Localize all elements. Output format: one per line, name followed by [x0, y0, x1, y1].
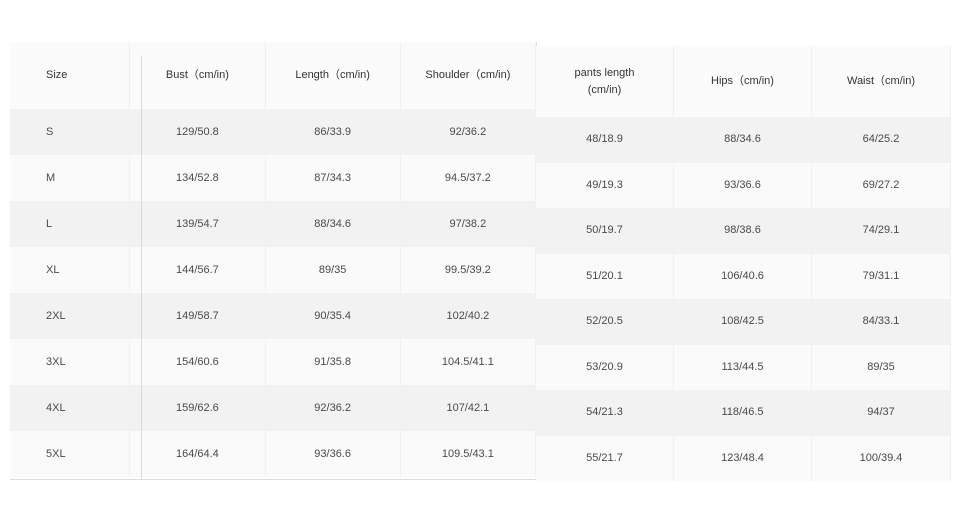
measurement-cell: 99.5/39.2 [401, 247, 536, 293]
column-header: Length（cm/in) [266, 42, 401, 109]
table-row: 4XL 159/62.6 92/36.2 107/42.1 [10, 385, 536, 431]
table-row: 49/19.3 93/36.6 69/27.2 [536, 162, 951, 208]
table-row: 53/20.9 113/44.5 89/35 [536, 344, 951, 390]
size-label: 2XL [10, 293, 131, 339]
column-header: Bust（cm/in) [130, 42, 266, 109]
measurement-cell: 74/29.1 [812, 208, 951, 254]
left-size-table: Size Bust（cm/in) Length（cm/in) Shoulder（cm/… [10, 42, 537, 480]
measurement-cell: 149/58.7 [130, 293, 266, 339]
measurement-cell: 129/50.8 [130, 109, 266, 155]
measurement-cell: 108/42.5 [674, 299, 812, 345]
right-size-table: pants length (cm/in) Hips（cm/in) Waist（cm/… [536, 46, 951, 482]
measurement-cell: 164/64.4 [130, 431, 266, 477]
measurement-cell: 49/19.3 [536, 162, 674, 208]
measurement-cell: 87/34.3 [266, 155, 401, 201]
measurement-cell: 159/62.6 [130, 385, 266, 431]
measurement-cell: 48/18.9 [536, 117, 674, 163]
measurement-cell: 144/56.7 [130, 247, 266, 293]
size-label: S [10, 109, 131, 155]
measurement-cell: 104.5/41.1 [401, 339, 536, 385]
measurement-cell: 154/60.6 [130, 339, 266, 385]
measurement-cell: 109.5/43.1 [401, 431, 536, 477]
column-header: Waist（cm/in) [812, 46, 951, 117]
table-row: 48/18.9 88/34.6 64/25.2 [536, 117, 951, 163]
measurement-cell: 107/42.1 [401, 385, 536, 431]
measurement-cell: 94/37 [812, 390, 951, 436]
table-row: 55/21.7 123/48.4 100/39.4 [536, 435, 951, 481]
size-label: L [10, 201, 131, 247]
column-header: pants length (cm/in) [536, 46, 674, 117]
column-header: Shoulder（cm/in) [401, 42, 536, 109]
size-label: 4XL [10, 385, 131, 431]
measurement-cell: 106/40.6 [674, 253, 812, 299]
right-header-row: pants length (cm/in) Hips（cm/in) Waist（cm/… [536, 46, 951, 117]
measurement-cell: 90/35.4 [266, 293, 401, 339]
table-row: 52/20.5 108/42.5 84/33.1 [536, 299, 951, 345]
measurement-cell: 51/20.1 [536, 253, 674, 299]
table-row: 50/19.7 98/38.6 74/29.1 [536, 208, 951, 254]
size-label: 5XL [10, 431, 131, 477]
measurement-cell: 79/31.1 [812, 253, 951, 299]
measurement-cell: 52/20.5 [536, 299, 674, 345]
measurement-cell: 86/33.9 [266, 109, 401, 155]
measurement-cell: 91/35.8 [266, 339, 401, 385]
table-row: L 139/54.7 88/34.6 97/38.2 [10, 201, 536, 247]
table-row: 54/21.3 118/46.5 94/37 [536, 390, 951, 436]
right-size-grid: pants length (cm/in) Hips（cm/in) Waist（cm/… [536, 46, 951, 481]
measurement-cell: 93/36.6 [266, 431, 401, 477]
measurement-cell: 89/35 [266, 247, 401, 293]
measurement-cell: 89/35 [812, 344, 951, 390]
measurement-cell: 54/21.3 [536, 390, 674, 436]
size-label: XL [10, 247, 131, 293]
measurement-cell: 134/52.8 [130, 155, 266, 201]
measurement-cell: 64/25.2 [812, 117, 951, 163]
size-label: 3XL [10, 339, 131, 385]
measurement-cell: 100/39.4 [812, 435, 951, 481]
measurement-cell: 118/46.5 [674, 390, 812, 436]
measurement-cell: 123/48.4 [674, 435, 812, 481]
size-label: M [10, 155, 131, 201]
table-row: S 129/50.8 86/33.9 92/36.2 [10, 109, 536, 155]
column-header: Hips（cm/in) [674, 46, 812, 117]
table-row: M 134/52.8 87/34.3 94.5/37.2 [10, 155, 536, 201]
table-row: 51/20.1 106/40.6 79/31.1 [536, 253, 951, 299]
table-row: 3XL 154/60.6 91/35.8 104.5/41.1 [10, 339, 536, 385]
left-size-grid: Size Bust（cm/in) Length（cm/in) Shoulder（cm/… [10, 42, 536, 477]
column-header: Size [10, 42, 131, 109]
size-column-divider [141, 56, 142, 479]
measurement-cell: 92/36.2 [401, 109, 536, 155]
table-row: XL 144/56.7 89/35 99.5/39.2 [10, 247, 536, 293]
measurement-cell: 102/40.2 [401, 293, 536, 339]
measurement-cell: 139/54.7 [130, 201, 266, 247]
measurement-cell: 69/27.2 [812, 162, 951, 208]
measurement-cell: 50/19.7 [536, 208, 674, 254]
measurement-cell: 93/36.6 [674, 162, 812, 208]
measurement-cell: 97/38.2 [401, 201, 536, 247]
measurement-cell: 53/20.9 [536, 344, 674, 390]
measurement-cell: 98/38.6 [674, 208, 812, 254]
table-row: 5XL 164/64.4 93/36.6 109.5/43.1 [10, 431, 536, 477]
table-row: 2XL 149/58.7 90/35.4 102/40.2 [10, 293, 536, 339]
left-header-row: Size Bust（cm/in) Length（cm/in) Shoulder（cm/… [10, 42, 536, 109]
measurement-cell: 94.5/37.2 [401, 155, 536, 201]
measurement-cell: 113/44.5 [674, 344, 812, 390]
measurement-cell: 55/21.7 [536, 435, 674, 481]
measurement-cell: 88/34.6 [674, 117, 812, 163]
measurement-cell: 92/36.2 [266, 385, 401, 431]
measurement-cell: 84/33.1 [812, 299, 951, 345]
measurement-cell: 88/34.6 [266, 201, 401, 247]
